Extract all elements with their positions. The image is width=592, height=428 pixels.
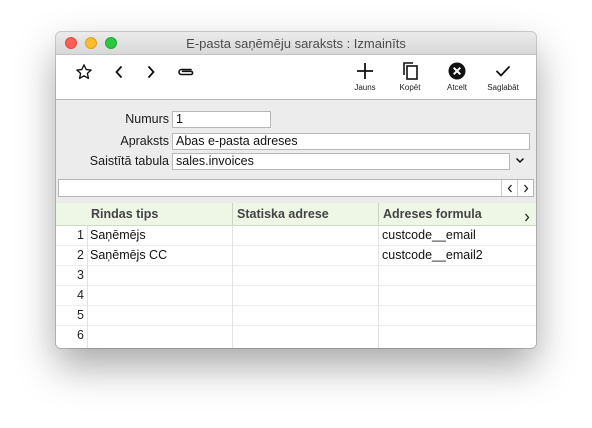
scroll-left-button[interactable] <box>501 180 518 196</box>
row-number: 3 <box>77 268 84 282</box>
address-formula-cell[interactable]: custcode__email2 <box>379 245 534 265</box>
static-address-cell[interactable] <box>233 265 378 285</box>
row-number: 4 <box>77 288 84 302</box>
description-field[interactable]: Abas e-pasta adreses <box>172 133 530 150</box>
plus-icon <box>357 63 373 79</box>
static-address-cell[interactable] <box>233 285 378 305</box>
chevron-right-icon <box>524 184 529 192</box>
cancel-button[interactable]: Atcelt <box>442 61 472 92</box>
row-type-cell[interactable] <box>87 265 232 285</box>
new-button[interactable]: Jauns <box>350 61 380 92</box>
rows-grid: Rindas tips Statiska adrese Adreses form… <box>56 203 536 348</box>
address-formula-cell[interactable]: custcode__email <box>379 225 534 245</box>
next-record-icon[interactable] <box>142 62 160 82</box>
scroll-right-button[interactable] <box>517 180 534 196</box>
row-type-cell[interactable] <box>87 325 232 345</box>
row-type-cell[interactable]: Saņēmējs CC <box>87 245 232 265</box>
filter-bar[interactable] <box>58 179 534 197</box>
row-number: 2 <box>77 248 84 262</box>
record-window: E-pasta saņēmēju saraksts : Izmainīts Ja… <box>56 32 536 348</box>
row-type-cell[interactable]: Saņēmējs <box>87 225 232 245</box>
static-address-cell[interactable] <box>233 325 378 345</box>
chevron-down-icon <box>515 157 524 164</box>
table-row[interactable]: 2 Saņēmējs CC custcode__email2 <box>56 245 536 266</box>
address-formula-cell[interactable] <box>379 265 534 285</box>
address-formula-cell[interactable] <box>379 285 534 305</box>
copy-icon <box>403 62 418 80</box>
new-button-label: Jauns <box>354 83 376 92</box>
linked-table-select[interactable]: sales.invoices <box>172 153 510 170</box>
row-type-cell[interactable] <box>87 305 232 325</box>
checkmark-icon <box>496 66 510 77</box>
save-button-label: Saglabāt <box>487 83 519 92</box>
number-field[interactable]: 1 <box>172 111 271 128</box>
grid-header: Rindas tips Statiska adrese Adreses form… <box>56 203 536 226</box>
table-row[interactable]: 3 <box>56 265 536 286</box>
table-row[interactable]: 5 <box>56 305 536 326</box>
column-header-row-type[interactable]: Rindas tips <box>87 203 232 225</box>
copy-button-label: Kopēt <box>399 83 421 92</box>
number-label: Numurs <box>125 112 169 126</box>
title-bar[interactable]: E-pasta saņēmēju saraksts : Izmainīts <box>56 32 536 55</box>
cancel-icon <box>448 62 466 80</box>
cancel-button-label: Atcelt <box>446 83 467 92</box>
star-icon[interactable] <box>74 62 94 82</box>
linked-table-dropdown-button[interactable] <box>511 152 528 169</box>
table-row[interactable]: 6 <box>56 325 536 345</box>
static-address-cell[interactable] <box>233 305 378 325</box>
previous-record-icon[interactable] <box>110 62 128 82</box>
description-label: Apraksts <box>120 134 169 148</box>
window-title: E-pasta saņēmēju saraksts : Izmainīts <box>186 36 406 51</box>
column-header-static-address[interactable]: Statiska adrese <box>233 203 378 225</box>
save-button[interactable]: Saglabāt <box>485 61 521 92</box>
column-header-address-formula[interactable]: Adreses formula <box>379 203 519 225</box>
static-address-cell[interactable] <box>233 245 378 265</box>
copy-button[interactable]: Kopēt <box>395 61 425 92</box>
row-type-cell[interactable] <box>87 285 232 305</box>
table-row[interactable]: 1 Saņēmējs custcode__email <box>56 225 536 246</box>
address-formula-cell[interactable] <box>379 305 534 325</box>
row-number: 6 <box>77 328 84 342</box>
toolbar: Jauns Kopēt Atcelt Saglabāt <box>56 55 536 100</box>
table-row[interactable]: 4 <box>56 285 536 306</box>
chevron-left-icon <box>507 184 512 192</box>
row-number: 5 <box>77 308 84 322</box>
address-formula-cell[interactable] <box>379 325 534 345</box>
row-number: 1 <box>77 228 84 242</box>
static-address-cell[interactable] <box>233 225 378 245</box>
linked-table-label: Saistītā tabula <box>89 154 169 168</box>
paperclip-icon[interactable] <box>175 62 197 82</box>
